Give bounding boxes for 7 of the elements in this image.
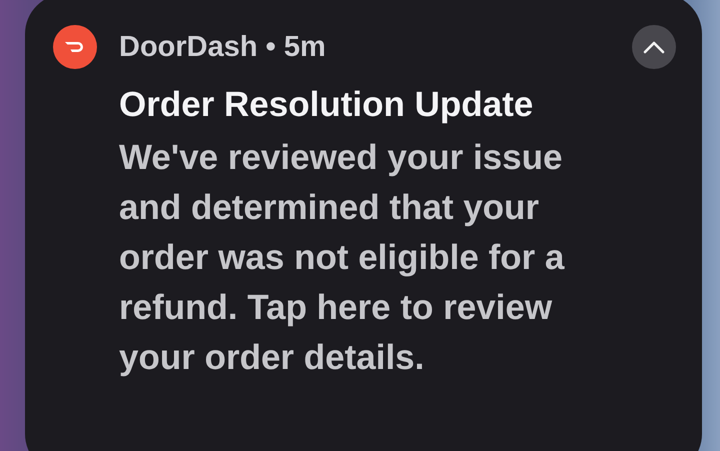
notification-message: We've reviewed your issue and determined that your order was not eligible for a refund. Tap here to review your order details. xyxy=(119,137,566,379)
notification-title: Order Resolution Update xyxy=(119,85,534,125)
collapse-button[interactable] xyxy=(632,25,676,69)
app-logo-icon xyxy=(53,25,97,69)
chevron-up-icon xyxy=(643,40,665,54)
notification-card[interactable]: DoorDash • 5m Order Resolution Update We've reviewed your issue and determined that your order was not eligible for a refund. Tap here to review your order details. xyxy=(25,0,702,451)
app-name: DoorDash • 5m xyxy=(119,30,327,64)
